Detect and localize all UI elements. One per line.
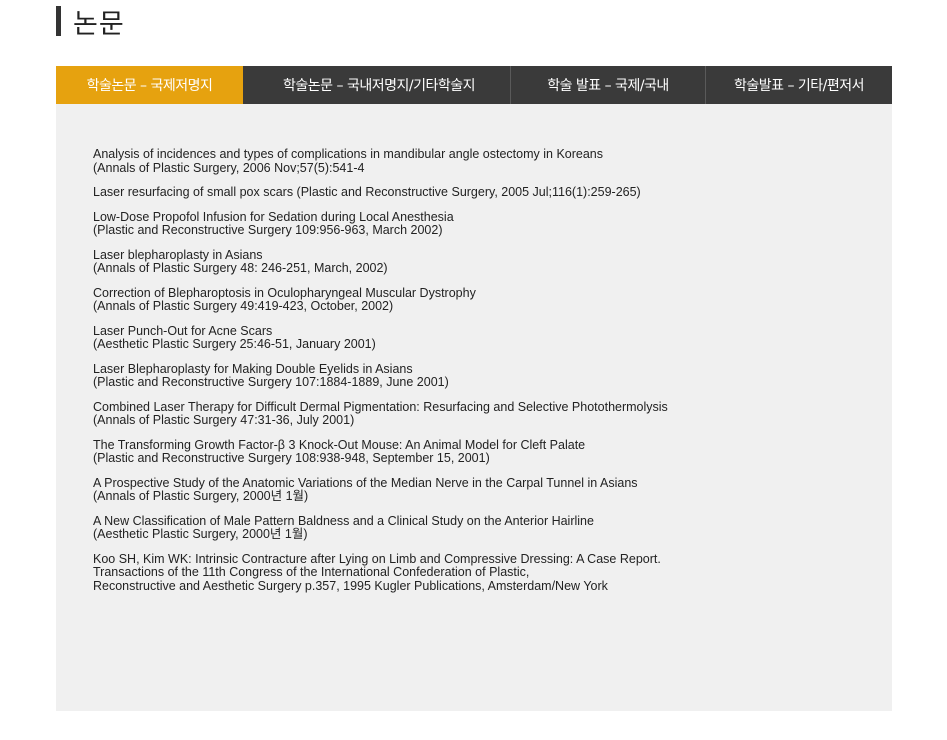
publication-item: Analysis of incidences and types of comp… xyxy=(93,147,892,175)
publication-item: The Transforming Growth Factor-β 3 Knock… xyxy=(93,437,892,466)
publication-item: Laser Blepharoplasty for Making Double E… xyxy=(93,361,892,390)
tab-presentations-other-books[interactable]: 학술발표 – 기타/편저서 xyxy=(706,66,892,104)
publication-line: Transactions of the 11th Congress of the… xyxy=(93,565,530,579)
tab-domestic-journals[interactable]: 학술논문 – 국내저명지/기타학술지 xyxy=(248,66,511,104)
publication-line: (Annals of Plastic Surgery 48: 246-251, … xyxy=(93,261,388,275)
publication-line: The Transforming Growth Factor-β 3 Knock… xyxy=(93,437,586,452)
publication-line: Koo SH, Kim WK: Intrinsic Contracture af… xyxy=(93,551,661,566)
publication-tabs: 학술논문 – 국제저명지 학술논문 – 국내저명지/기타학술지 학술 발표 – … xyxy=(56,66,892,104)
publication-line: Low-Dose Propofol Infusion for Sedation … xyxy=(93,209,454,224)
publication-line: Combined Laser Therapy for Difficult Der… xyxy=(93,399,668,414)
publication-line: Laser Blepharoplasty for Making Double E… xyxy=(93,361,413,376)
publication-line: Correction of Blepharoptosis in Oculopha… xyxy=(93,285,476,300)
tab-international-journals[interactable]: 학술논문 – 국제저명지 xyxy=(56,66,243,104)
publication-line: (Aesthetic Plastic Surgery, 2000년 1월) xyxy=(93,527,308,541)
publication-item: Laser Punch-Out for Acne Scars (Aesthetic… xyxy=(93,323,892,352)
publication-item: Koo SH, Kim WK: Intrinsic Contracture af… xyxy=(93,551,892,594)
publication-list: Analysis of incidences and types of comp… xyxy=(56,104,892,593)
publication-line: (Plastic and Reconstructive Surgery 109:… xyxy=(93,223,443,237)
publication-line: A Prospective Study of the Anatomic Vari… xyxy=(93,475,638,490)
publication-item: Combined Laser Therapy for Difficult Der… xyxy=(93,399,892,428)
page-title: 논문 xyxy=(73,8,125,40)
title-bar-accent xyxy=(56,6,61,36)
publication-item: Correction of Blepharoptosis in Oculopha… xyxy=(93,285,892,314)
page-header: 논문 xyxy=(56,4,125,40)
publication-line: (Aesthetic Plastic Surgery 25:46-51, Jan… xyxy=(93,337,376,351)
tab-presentations-international-domestic[interactable]: 학술 발표 – 국제/국내 xyxy=(511,66,706,104)
publication-line: A New Classification of Male Pattern Bal… xyxy=(93,513,594,528)
publication-line: Laser resurfacing of small pox scars (Pl… xyxy=(93,185,641,199)
publication-line: (Plastic and Reconstructive Surgery 108:… xyxy=(93,451,490,465)
publication-line: Laser Punch-Out for Acne Scars xyxy=(93,323,273,338)
publication-line: (Annals of Plastic Surgery 47:31-36, Jul… xyxy=(93,413,355,427)
publication-line: Analysis of incidences and types of comp… xyxy=(93,147,603,161)
publications-panel: Analysis of incidences and types of comp… xyxy=(56,104,892,711)
publication-line: (Annals of Plastic Surgery 49:419-423, O… xyxy=(93,299,394,313)
publication-item: Laser resurfacing of small pox scars (Pl… xyxy=(93,185,892,200)
publication-item: Laser blepharoplasty in Asians (Annals of… xyxy=(93,247,892,276)
publication-line: Laser blepharoplasty in Asians xyxy=(93,247,263,262)
publication-item: Low-Dose Propofol Infusion for Sedation … xyxy=(93,209,892,238)
publication-line: (Annals of Plastic Surgery, 2006 Nov;57(… xyxy=(93,160,365,175)
publication-line: (Plastic and Reconstructive Surgery 107:… xyxy=(93,375,449,389)
publication-item: A New Classification of Male Pattern Bal… xyxy=(93,513,892,542)
publication-item: A Prospective Study of the Anatomic Vari… xyxy=(93,475,892,504)
publication-line: Reconstructive and Aesthetic Surgery p.3… xyxy=(93,578,608,593)
publication-line: (Annals of Plastic Surgery, 2000년 1월) xyxy=(93,489,309,503)
